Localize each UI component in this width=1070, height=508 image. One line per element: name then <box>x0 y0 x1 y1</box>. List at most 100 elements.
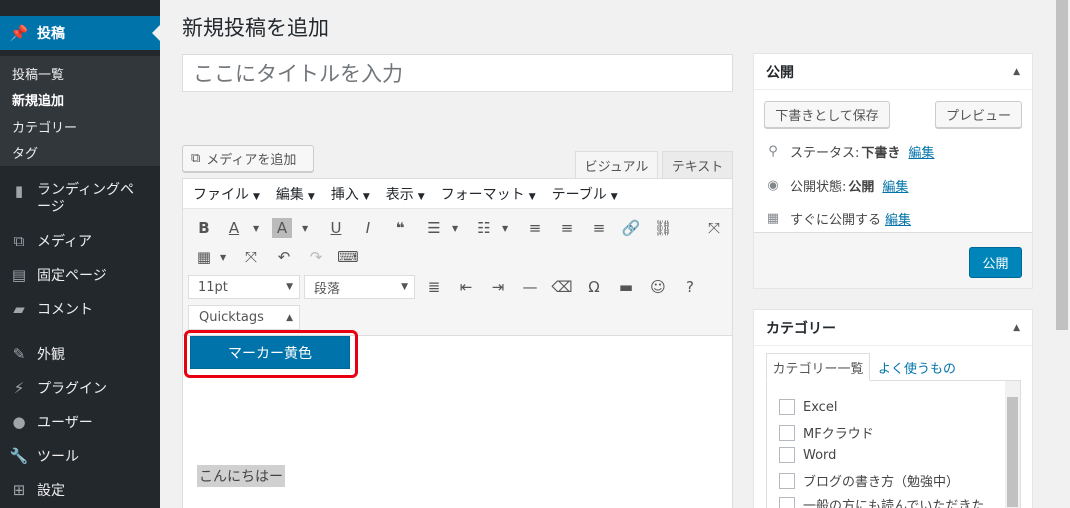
submenu-all-posts[interactable]: 投稿一覧 <box>12 64 64 83</box>
category-checkbox[interactable] <box>779 424 795 441</box>
menu-insert[interactable]: 挿入 ▼ <box>331 184 370 204</box>
font-size-select[interactable]: 11pt ▼ <box>188 275 300 299</box>
underline-icon[interactable]: U <box>323 215 349 241</box>
tab-all-categories[interactable]: カテゴリー一覧 <box>766 353 870 381</box>
list-item[interactable]: 一般の方にも読んでいただきた <box>779 495 984 508</box>
caret-up-icon[interactable]: ▲ <box>1013 323 1020 333</box>
edit-visibility-link[interactable]: 編集 <box>882 176 908 195</box>
publish-button[interactable]: 公開 <box>969 247 1022 278</box>
caret-down-icon[interactable]: ▼ <box>502 224 508 233</box>
indent-icon[interactable]: ⇥ <box>485 274 511 300</box>
category-scrollbar[interactable] <box>1005 381 1020 508</box>
keyboard-icon[interactable]: ⌨ <box>335 244 361 270</box>
table-icon[interactable]: ▦ <box>191 244 217 270</box>
background-color-icon[interactable]: A <box>272 218 292 238</box>
list-item[interactable]: MFクラウド <box>779 423 874 442</box>
post-title-input[interactable]: ここにタイトルを入力 <box>182 54 733 92</box>
help-icon[interactable]: ? <box>677 274 703 300</box>
fullscreen-icon[interactable]: ⤧ <box>701 215 727 241</box>
sidebar-item-users[interactable]: ● ユーザー <box>0 405 160 439</box>
sidebar-item-tools[interactable]: 🔧 ツール <box>0 439 160 473</box>
settings-icon: ⊞ <box>12 481 26 499</box>
outdent-icon[interactable]: ⇤ <box>453 274 479 300</box>
sidebar-item-settings[interactable]: ⊞ 設定 <box>0 473 160 507</box>
category-checkbox[interactable] <box>779 472 795 489</box>
paragraph-select[interactable]: 段落 ▼ <box>304 275 415 299</box>
schedule-label: すぐに公開する <box>790 213 882 228</box>
caret-down-icon: ▼ <box>528 191 536 202</box>
bullet-list-icon[interactable]: ☰ <box>421 215 447 241</box>
caret-down-icon[interactable]: ▼ <box>302 224 308 233</box>
sidebar-item-appearance[interactable]: ✎ 外観 <box>0 337 160 371</box>
menu-format[interactable]: フォーマット ▼ <box>441 184 536 204</box>
sidebar-item-landing-page[interactable]: ▮ ランディングページ <box>0 176 160 224</box>
blockquote-icon[interactable]: ❝ <box>387 215 413 241</box>
tab-popular-categories[interactable]: よく使うもの <box>878 353 956 381</box>
text-color-icon[interactable]: A <box>221 215 247 241</box>
caret-up-icon[interactable]: ▲ <box>1013 67 1020 77</box>
list-item[interactable]: ブログの書き方（勉強中） <box>779 471 959 490</box>
save-draft-button[interactable]: 下書きとして保存 <box>764 101 890 128</box>
bold-icon[interactable]: B <box>191 215 217 241</box>
redo-icon[interactable]: ↷ <box>303 244 329 270</box>
submenu-add-new[interactable]: 新規追加 <box>12 90 64 109</box>
align-right-icon[interactable]: ≡ <box>586 215 612 241</box>
caret-down-icon[interactable]: ▼ <box>452 224 458 233</box>
category-checkbox[interactable] <box>779 496 795 508</box>
sidebar-item-posts[interactable]: 📌 投稿 <box>0 16 160 50</box>
scrollbar-thumb[interactable] <box>1007 397 1018 507</box>
category-label: Word <box>803 447 837 463</box>
category-checkbox[interactable] <box>779 447 795 463</box>
justify-icon[interactable]: ≣ <box>421 274 447 300</box>
sidebar-item-label: 投稿 <box>37 26 65 42</box>
edit-schedule-link[interactable]: 編集 <box>885 209 911 228</box>
unlink-icon[interactable]: ⛓ <box>650 215 676 241</box>
numbered-list-icon[interactable]: ☷ <box>471 215 497 241</box>
caret-up-icon: ▲ <box>286 312 293 323</box>
fullscreen-icon[interactable]: ⤧ <box>238 244 264 270</box>
caret-down-icon[interactable]: ▼ <box>220 253 226 262</box>
sidebar-item-plugins[interactable]: ⚡ プラグイン <box>0 371 160 405</box>
list-item[interactable]: Word <box>779 447 836 463</box>
menu-table[interactable]: テーブル ▼ <box>552 184 618 204</box>
list-item[interactable]: Excel <box>779 399 837 415</box>
scrollbar-thumb[interactable] <box>1056 0 1068 330</box>
menu-file[interactable]: ファイル ▼ <box>193 184 260 204</box>
undo-icon[interactable]: ↶ <box>271 244 297 270</box>
publish-box-header[interactable]: 公開 ▲ <box>754 54 1032 90</box>
italic-icon[interactable]: I <box>355 215 381 241</box>
add-media-button[interactable]: ⧉ メディアを追加 <box>182 145 314 172</box>
special-character-icon[interactable]: Ω <box>581 274 607 300</box>
editor-content[interactable]: こんにちはー <box>197 465 285 487</box>
clear-formatting-icon[interactable]: ⌫ <box>549 274 575 300</box>
publish-box: 公開 ▲ 下書きとして保存 プレビュー ⚲ ステータス: 下書き 編集 ◉ 公開… <box>753 53 1033 289</box>
publish-box-title: 公開 <box>766 64 794 81</box>
tools-icon: 🔧 <box>9 447 29 465</box>
preview-button[interactable]: プレビュー <box>935 101 1022 128</box>
landing-page-icon: ▮ <box>14 182 24 200</box>
marker-yellow-button[interactable]: マーカー黄色 <box>190 336 350 369</box>
page-break-icon[interactable]: ▬ <box>613 274 639 300</box>
link-icon[interactable]: 🔗 <box>618 215 644 241</box>
caret-down-icon: ▼ <box>253 191 260 202</box>
tab-visual[interactable]: ビジュアル <box>575 151 658 178</box>
align-left-icon[interactable]: ≡ <box>522 215 548 241</box>
emoticon-icon[interactable]: ☺ <box>645 274 671 300</box>
quicktags-select[interactable]: Quicktags ▲ <box>188 305 300 330</box>
menu-label: フォーマット <box>440 186 525 203</box>
category-checkbox[interactable] <box>779 399 795 415</box>
page-scrollbar[interactable] <box>1054 0 1070 508</box>
sidebar-item-comments[interactable]: ▰ コメント <box>0 292 160 326</box>
category-box-header[interactable]: カテゴリー ▲ <box>754 310 1032 346</box>
caret-down-icon[interactable]: ▼ <box>253 224 259 233</box>
horizontal-line-icon[interactable]: — <box>517 274 543 300</box>
submenu-tags[interactable]: タグ <box>12 143 38 162</box>
tab-text[interactable]: テキスト <box>662 151 733 178</box>
sidebar-item-pages[interactable]: ▤ 固定ページ <box>0 258 160 292</box>
menu-view[interactable]: 表示 ▼ <box>386 184 425 204</box>
sidebar-item-media[interactable]: ⧉ メディア <box>0 224 160 258</box>
edit-status-link[interactable]: 編集 <box>908 142 934 161</box>
menu-edit[interactable]: 編集 ▼ <box>276 184 315 204</box>
align-center-icon[interactable]: ≡ <box>554 215 580 241</box>
submenu-categories[interactable]: カテゴリー <box>12 117 77 136</box>
